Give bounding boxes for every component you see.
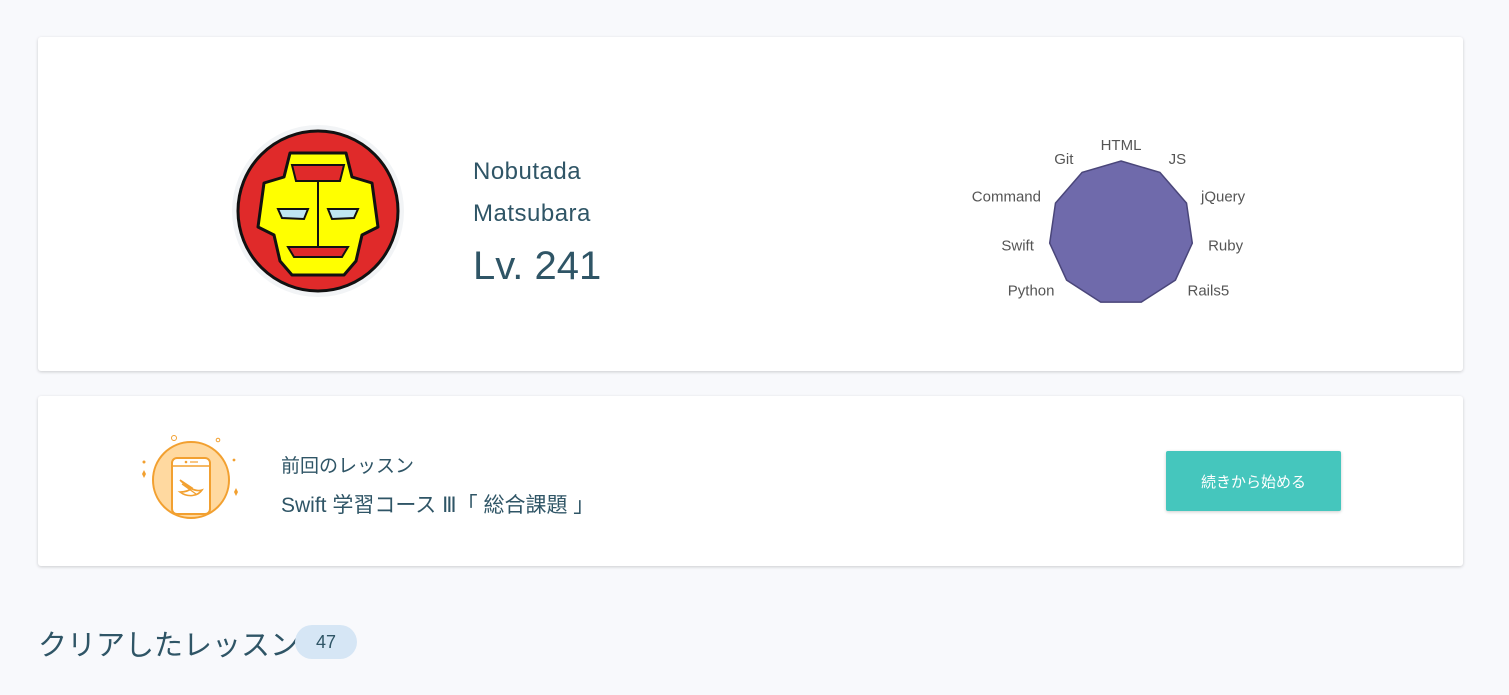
radar-label: jQuery xyxy=(1200,188,1246,205)
first-name: Nobutada xyxy=(473,158,582,185)
radar-label: Git xyxy=(1054,151,1074,168)
swift-lesson-icon xyxy=(142,435,238,519)
cleared-lessons-heading: クリアしたレッスン xyxy=(38,630,300,662)
radar-label: Python xyxy=(1008,283,1055,300)
last-lesson-label: 前回のレッスン xyxy=(281,456,415,477)
last-lesson-card: 前回のレッスン Swift 学習コース Ⅲ「 総合課題 」 続きから始める xyxy=(38,396,1463,566)
radar-label: HTML xyxy=(1101,137,1142,154)
radar-area xyxy=(1048,160,1194,303)
skill-radar-chart: HTML JS jQuery Ruby Rails5 PHP Java Python Swift… xyxy=(972,137,1246,312)
avatar[interactable] xyxy=(232,125,404,297)
radar-label: PHP xyxy=(1130,309,1161,312)
radar-label: Rails5 xyxy=(1188,283,1230,300)
radar-label: Swift xyxy=(1001,238,1034,255)
radar-label: Command xyxy=(972,188,1041,205)
iron-man-helmet-icon xyxy=(236,129,400,293)
continue-lesson-button[interactable]: 続きから始める xyxy=(1166,451,1341,511)
last-lesson-title[interactable]: Swift 学習コース Ⅲ「 総合課題 」 xyxy=(281,489,594,519)
radar-label: Java xyxy=(1080,309,1112,312)
radar-label: Ruby xyxy=(1208,238,1244,255)
user-level: Lv. 241 xyxy=(473,244,602,288)
profile-card: Nobutada Matsubara Lv. 241 HTML JS jQuery R… xyxy=(38,37,1463,371)
cleared-lessons-count-badge: 47 xyxy=(295,625,357,659)
last-name: Matsubara xyxy=(473,200,591,227)
radar-label: JS xyxy=(1169,151,1187,168)
